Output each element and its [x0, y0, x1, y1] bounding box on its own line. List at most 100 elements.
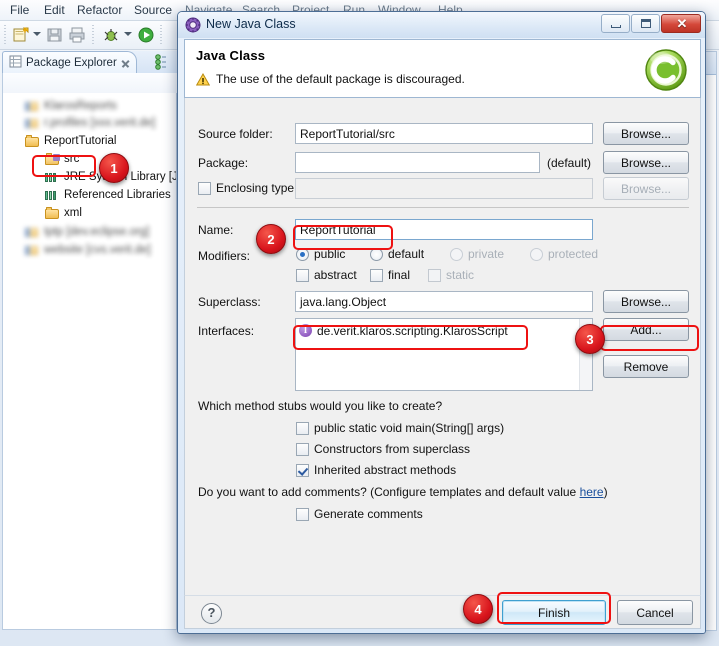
superclass-browse-button[interactable]: Browse...: [603, 290, 689, 313]
separator-1: [197, 207, 689, 208]
close-icon: ✕: [676, 16, 688, 31]
close-button[interactable]: ✕: [661, 14, 701, 33]
menu-item-edit[interactable]: Edit: [40, 2, 69, 18]
source-folder-label: Source folder:: [198, 127, 273, 141]
tree-item-8[interactable]: website [cvs.verit.de]: [25, 241, 151, 258]
modifier-radio-private: [450, 248, 463, 261]
method-stubs-question: Which method stubs would you like to cre…: [198, 399, 443, 413]
stub-checkbox-inherited[interactable]: [296, 464, 309, 477]
enclosing-type-label: Enclosing type:: [216, 181, 298, 195]
print-icon[interactable]: [68, 26, 86, 44]
comments-question-suffix: ): [603, 485, 608, 499]
package-explorer-toolbar: [2, 73, 179, 93]
package-default-hint: (default): [547, 156, 592, 170]
annotation-badge-4: 4: [463, 594, 493, 624]
modifier-radio-default[interactable]: [370, 248, 383, 261]
project-icon: [25, 244, 40, 256]
add-interface-button[interactable]: Add...: [603, 318, 689, 341]
modifier-checkbox-abstract[interactable]: [296, 269, 309, 282]
dialog-header-banner: Java Class The use of the default packag…: [184, 39, 701, 98]
tree-item-label: Referenced Libraries: [64, 188, 171, 201]
project-icon: [25, 100, 40, 112]
stub-checkbox-constructors[interactable]: [296, 443, 309, 456]
open-project-icon: [25, 134, 40, 147]
source-folder-browse-button[interactable]: Browse...: [603, 122, 689, 145]
tree-item-referenced-libraries[interactable]: Referenced Libraries: [45, 186, 171, 203]
tree-item-label: r.profiles [xxx.verit.de]: [44, 116, 156, 129]
debug-dropdown-icon[interactable]: [124, 32, 132, 36]
superclass-input[interactable]: java.lang.Object: [295, 291, 593, 312]
stub-label-constructors: Constructors from superclass: [314, 442, 471, 456]
enclosing-type-browse-button: Browse...: [603, 177, 689, 200]
tree-item-src[interactable]: src: [45, 150, 79, 167]
menu-item-file[interactable]: File: [6, 2, 33, 18]
folder-icon: [45, 206, 60, 219]
dialog-title-bar[interactable]: New Java Class ✕: [178, 12, 705, 38]
modifier-label-public: public: [314, 247, 346, 261]
wizard-page-title: Java Class: [196, 48, 266, 63]
package-browse-button[interactable]: Browse...: [603, 151, 689, 174]
tree-item-label: tptp [dev.eclipse.org]: [44, 225, 150, 238]
wizard-page-message: The use of the default package is discou…: [216, 72, 465, 86]
cancel-button[interactable]: Cancel: [617, 600, 693, 625]
tree-item-reporttutorial[interactable]: ReportTutorial: [25, 132, 116, 149]
run-icon[interactable]: [137, 26, 155, 44]
modifier-checkbox-final[interactable]: [370, 269, 383, 282]
interfaces-list-item[interactable]: I de.verit.klaros.scripting.KlarosScript: [299, 322, 508, 339]
library-icon: [45, 171, 60, 183]
new-wizard-dropdown-icon[interactable]: [33, 32, 41, 36]
remove-interface-button[interactable]: Remove: [603, 355, 689, 378]
comments-question: Do you want to add comments? (Configure …: [198, 485, 608, 499]
tree-item-1[interactable]: r.profiles [xxx.verit.de]: [25, 114, 155, 131]
comments-question-prefix: Do you want to add comments? (Configure …: [198, 485, 580, 499]
interfaces-list[interactable]: I de.verit.klaros.scripting.KlarosScript: [295, 318, 593, 391]
new-java-class-dialog: New Java Class ✕ Java Class The use of t…: [177, 11, 706, 634]
generate-comments-checkbox[interactable]: [296, 508, 309, 521]
save-icon[interactable]: [46, 26, 64, 44]
stub-label-main: public static void main(String[] args): [314, 421, 505, 435]
minimize-button[interactable]: [601, 14, 630, 33]
toolbar-grip-2[interactable]: [92, 25, 94, 45]
package-label: Package:: [198, 156, 249, 170]
tree-item-7[interactable]: tptp [dev.eclipse.org]: [25, 223, 149, 240]
tree-item-label: KlarosReports: [44, 99, 117, 112]
help-button[interactable]: ?: [201, 603, 222, 624]
generate-comments-label: Generate comments: [314, 507, 423, 521]
annotation-badge-2: 2: [256, 224, 286, 254]
menu-item-refactor[interactable]: Refactor: [73, 2, 126, 18]
debug-icon[interactable]: [102, 26, 120, 44]
package-explorer-view: Package Explorer KlarosReports r.profile…: [2, 51, 179, 631]
name-input[interactable]: ReportTutorial: [295, 219, 593, 240]
tree-item-label: website [cvs.verit.de]: [44, 243, 151, 256]
tree-item-label: src: [64, 152, 80, 165]
finish-button[interactable]: Finish: [502, 600, 606, 625]
maximize-button[interactable]: [631, 14, 660, 33]
toolbar-grip-3[interactable]: [160, 25, 162, 45]
package-input[interactable]: [295, 152, 540, 173]
modifier-radio-public[interactable]: [296, 248, 309, 261]
package-explorer-icon: [9, 55, 22, 71]
annotation-badge-1: 1: [99, 153, 129, 183]
enclosing-type-input[interactable]: [295, 178, 593, 199]
stub-label-inherited: Inherited abstract methods: [314, 463, 457, 477]
configure-templates-link[interactable]: here: [580, 485, 604, 499]
project-icon: [25, 117, 40, 129]
modifier-label-default: default: [388, 247, 425, 261]
tree-item-0[interactable]: KlarosReports: [25, 97, 117, 114]
tab-package-explorer[interactable]: Package Explorer: [2, 51, 137, 74]
new-wizard-icon[interactable]: [12, 26, 30, 44]
tree-item-xml[interactable]: xml: [45, 204, 82, 221]
package-explorer-tree[interactable]: KlarosReports r.profiles [xxx.verit.de] …: [2, 93, 177, 630]
dialog-title: New Java Class: [206, 17, 296, 31]
enclosing-type-checkbox[interactable]: [198, 182, 211, 195]
modifier-radio-protected: [530, 248, 543, 261]
close-icon[interactable]: [121, 59, 130, 68]
modifier-label-abstract: abstract: [314, 268, 357, 282]
view-menu-icon[interactable]: [154, 54, 168, 73]
source-folder-input[interactable]: ReportTutorial/src: [295, 123, 593, 144]
stub-checkbox-main[interactable]: [296, 422, 309, 435]
name-label: Name:: [198, 223, 234, 237]
toolbar-grip[interactable]: [4, 25, 6, 45]
modifier-label-protected: protected: [548, 247, 599, 261]
menu-item-source[interactable]: Source: [130, 2, 176, 18]
